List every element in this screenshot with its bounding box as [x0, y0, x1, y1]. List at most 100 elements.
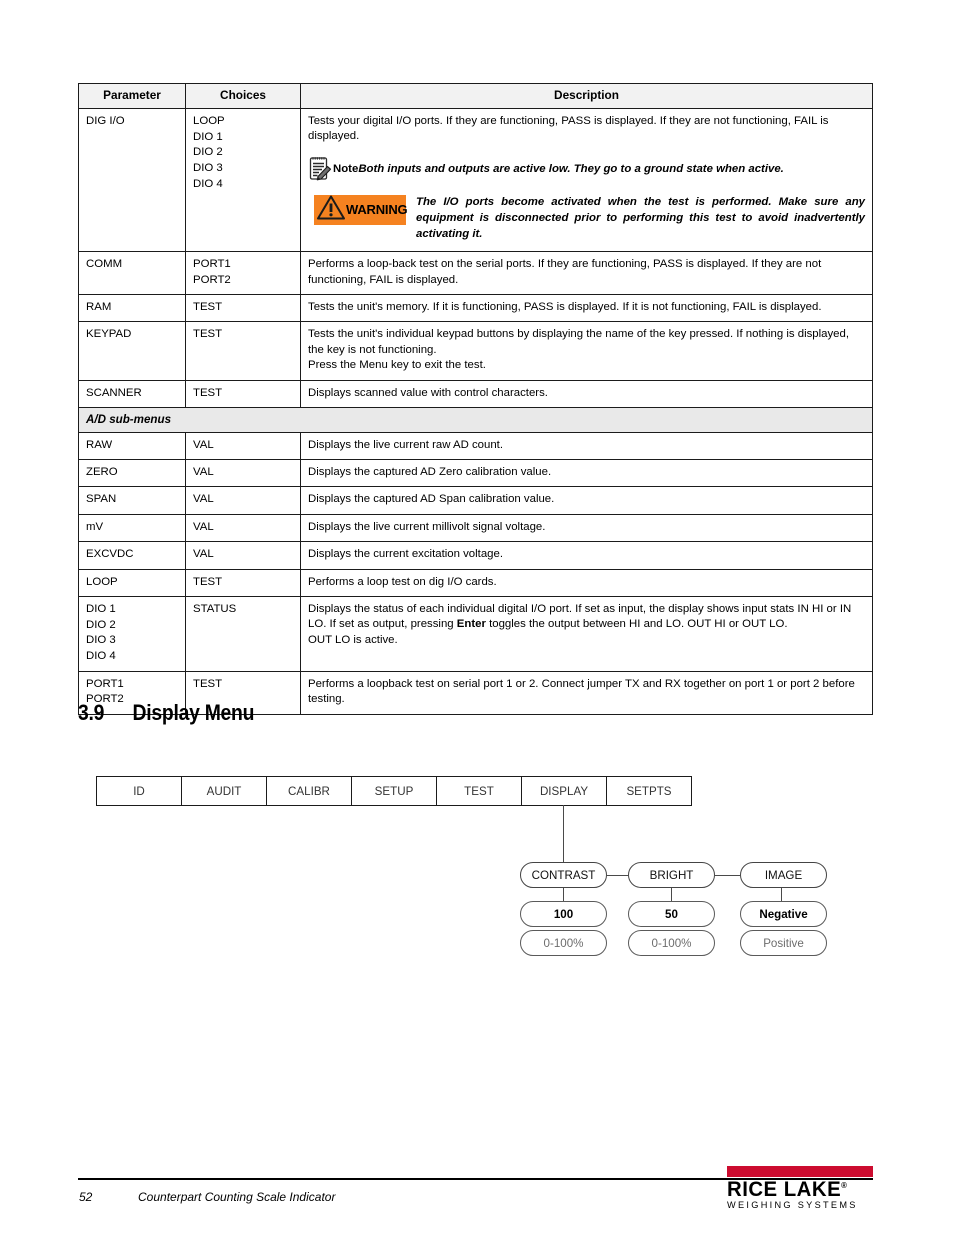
- warning-triangle-icon: [316, 194, 346, 226]
- cell-description: Displays the current excitation voltage.: [300, 541, 873, 570]
- cell-choices: TEST: [185, 379, 301, 409]
- note-label: Note: [333, 162, 359, 175]
- description-text: Performs a loopback test on serial port …: [308, 677, 855, 706]
- node-contrast-value[interactable]: 100: [520, 901, 607, 927]
- cell-choices: TEST: [185, 294, 301, 323]
- description-text: Tests your digital I/O ports. If they ar…: [308, 114, 829, 143]
- warning-text: The I/O ports become activated when the …: [416, 195, 865, 241]
- cell-description: Tests the unit's memory. If it is functi…: [300, 294, 873, 323]
- cell-choices: VAL: [185, 541, 301, 570]
- description-text: Tests the unit's memory. If it is functi…: [308, 301, 822, 314]
- parameter-value: KEYPAD: [86, 328, 132, 341]
- choices-value: TEST: [193, 328, 223, 341]
- menu-item-setup[interactable]: SETUP: [352, 777, 437, 805]
- parameter-value: mV: [86, 520, 104, 533]
- description-emphasis: Enter: [456, 618, 486, 631]
- node-bright-value[interactable]: 50: [628, 901, 715, 927]
- cell-parameter: ZERO: [78, 459, 186, 488]
- table-row: LOOP TEST Performs a loop test on dig I/…: [78, 568, 873, 597]
- connector-image-to-value: [781, 888, 782, 902]
- table-row: SCANNER TEST Displays scanned value with…: [78, 379, 873, 409]
- parameter-value: SCANNER: [86, 386, 142, 399]
- table-row: DIO 1 DIO 2 DIO 3 DIO 4 STATUS Displays …: [78, 595, 873, 672]
- table-subheading-row: A/D sub-menus: [78, 407, 873, 433]
- choices-value: TEST: [193, 301, 223, 314]
- description-text: Displays the live current millivolt sign…: [308, 520, 546, 533]
- table-row: DIG I/O LOOP DIO 1 DIO 2 DIO 3 DIO 4 Tes…: [78, 107, 873, 253]
- cell-description: Performs a loop-back test on the serial …: [300, 251, 873, 296]
- note-pad-pencil-icon: [308, 154, 332, 182]
- menu-item-test[interactable]: TEST: [437, 777, 522, 805]
- choices-value: VAL: [193, 520, 214, 533]
- cell-parameter: SPAN: [78, 486, 186, 515]
- section-number: 3.9: [78, 700, 105, 725]
- cell-description: Displays the status of each individual d…: [300, 595, 873, 672]
- node-image-negative[interactable]: Negative: [740, 901, 827, 927]
- note-text: NoteBoth inputs and outputs are active l…: [333, 156, 784, 177]
- node-contrast[interactable]: CONTRAST: [520, 862, 607, 888]
- column-header-description: Description: [300, 83, 873, 109]
- parameter-value: COMM: [86, 258, 123, 271]
- node-bright[interactable]: BRIGHT: [628, 862, 715, 888]
- cell-parameter: RAM: [78, 294, 186, 323]
- menu-item-display[interactable]: DISPLAY: [522, 777, 607, 805]
- description-part-b: toggles the output between HI and LO. OU…: [485, 618, 788, 631]
- warning-badge: WARNING: [314, 194, 408, 226]
- description-text-2: OUT LO is active.: [308, 633, 398, 646]
- menu-item-audit[interactable]: AUDIT: [182, 777, 267, 805]
- connector-bright-to-image: [715, 875, 740, 876]
- cell-parameter: EXCVDC: [78, 541, 186, 570]
- cell-parameter: LOOP: [78, 568, 186, 597]
- cell-choices: STATUS: [185, 595, 301, 672]
- connector-bright-to-value: [671, 888, 672, 902]
- parameter-value: RAW: [86, 438, 113, 451]
- cell-description: Performs a loop test on dig I/O cards.: [300, 568, 873, 597]
- cell-parameter: RAW: [78, 431, 186, 461]
- cell-parameter: mV: [78, 513, 186, 543]
- choices-value: VAL: [193, 466, 214, 479]
- menu-item-id[interactable]: ID: [97, 777, 182, 805]
- menu-bar: ID AUDIT CALIBR SETUP TEST DISPLAY SETPT…: [96, 776, 692, 806]
- table-row: ZERO VAL Displays the captured AD Zero c…: [78, 459, 873, 488]
- note-callout: NoteBoth inputs and outputs are active l…: [308, 156, 865, 182]
- connector-contrast-to-bright: [607, 875, 628, 876]
- menu-item-setpts[interactable]: SETPTS: [607, 777, 691, 805]
- table-row: KEYPAD TEST Tests the unit's individual …: [78, 321, 873, 381]
- parameter-value: LOOP: [86, 575, 118, 588]
- column-header-parameter: Parameter: [78, 83, 186, 109]
- cell-description: Displays scanned value with control char…: [300, 379, 873, 409]
- registered-mark-icon: ®: [841, 1181, 848, 1190]
- description-text: Displays the status of each individual d…: [308, 602, 865, 633]
- parameter-value: DIG I/O: [86, 114, 125, 127]
- parameter-value: EXCVDC: [86, 548, 134, 561]
- footer-page-number: 52: [79, 1190, 93, 1204]
- footer-document-title: Counterpart Counting Scale Indicator: [138, 1190, 336, 1204]
- subheading-label: A/D sub-menus: [78, 407, 873, 433]
- cell-choices: TEST: [185, 321, 301, 381]
- cell-description: Performs a loopback test on serial port …: [300, 670, 873, 715]
- choices-value: VAL: [193, 438, 214, 451]
- description-text: Displays the captured AD Span calibratio…: [308, 493, 555, 506]
- description-text: Displays the captured AD Zero calibratio…: [308, 466, 552, 479]
- description-text: Performs a loop-back test on the serial …: [308, 258, 822, 286]
- section-title: Display Menu: [132, 700, 255, 725]
- cell-description: Displays the captured AD Zero calibratio…: [300, 459, 873, 488]
- logo-subtitle: WEIGHING SYSTEMS: [727, 1200, 858, 1210]
- node-bright-range[interactable]: 0-100%: [628, 930, 715, 956]
- choices-value: VAL: [193, 493, 214, 506]
- logo-brand-name: RICE LAKE®: [727, 1178, 848, 1201]
- choices-value: VAL: [193, 548, 214, 561]
- table-row: RAW VAL Displays the live current raw AD…: [78, 431, 873, 461]
- cell-parameter: DIG I/O: [78, 107, 186, 253]
- node-contrast-range[interactable]: 0-100%: [520, 930, 607, 956]
- cell-choices: VAL: [185, 459, 301, 488]
- table-row: COMM PORT1 PORT2 Performs a loop-back te…: [78, 251, 873, 296]
- parameter-value: ZERO: [86, 466, 118, 479]
- column-header-choices: Choices: [185, 83, 301, 109]
- description-text: Performs a loop test on dig I/O cards.: [308, 575, 497, 588]
- description-text: Displays the current excitation voltage.: [308, 548, 504, 561]
- node-image-positive[interactable]: Positive: [740, 930, 827, 956]
- cell-description: Displays the captured AD Span calibratio…: [300, 486, 873, 515]
- menu-item-calibr[interactable]: CALIBR: [267, 777, 352, 805]
- node-image[interactable]: IMAGE: [740, 862, 827, 888]
